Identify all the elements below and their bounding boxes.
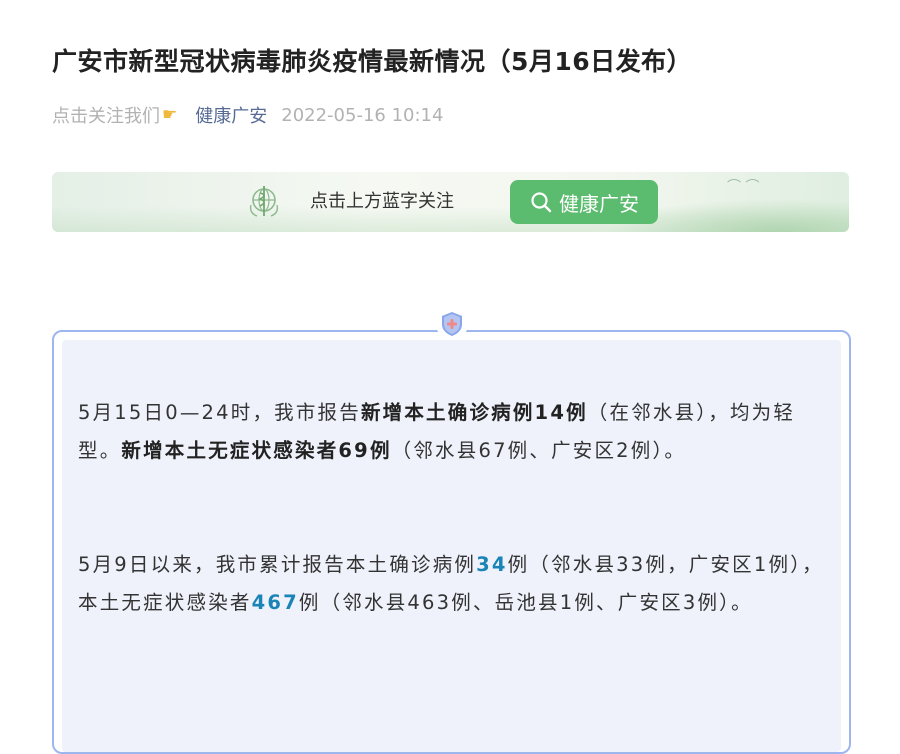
follow-text: 点击关注我们 [52,106,160,127]
follow-banner[interactable]: ⌒ ⌒ 点击上方蓝字关注 健康广安 [52,172,849,232]
publish-time: 2022-05-16 10:14 [281,104,444,126]
cumulative-asymptomatic-count: 467 [251,591,299,614]
follow-account-button[interactable]: 健康广安 [510,180,658,224]
follow-button-label: 健康广安 [559,191,639,216]
paragraph-daily-report: 5月15日0—24时，我市报告新增本土确诊病例14例（在邻水县），均为轻型。新增… [78,394,824,470]
birds-icon: ⌒ ⌒ [727,179,760,195]
para1-text-3: （邻水县67例、广安区2例）。 [391,439,687,462]
follow-link[interactable]: 点击关注我们 ☛ [52,102,177,128]
paragraph-cumulative-report: 5月9日以来，我市累计报告本土确诊病例34例（邻水县33例，广安区1例），本土无… [78,546,824,622]
para1-asymptomatic-highlight: 新增本土无症状感染者69例 [121,439,392,462]
cumulative-confirmed-count: 34 [476,553,508,576]
medical-shield-icon [436,308,468,340]
pointing-hand-icon: ☛ [162,105,178,125]
follow-hint: 点击上方蓝字关注 [310,191,454,212]
para2-text-1: 5月9日以来，我市累计报告本土确诊病例 [78,553,477,576]
para2-text-3: 例（邻水县463例、岳池县1例、广安区3例）。 [298,591,753,614]
article-meta: 点击关注我们 ☛ 健康广安 2022-05-16 10:14 [52,100,443,130]
account-name-link[interactable]: 健康广安 [195,102,267,128]
article-title: 广安市新型冠状病毒肺炎疫情最新情况（5月16日发布） [52,47,693,76]
para1-confirmed-highlight: 新增本土确诊病例14例 [360,401,588,424]
para1-text-1: 5月15日0—24时，我市报告 [78,401,361,424]
search-icon [531,192,552,213]
who-emblem-icon [249,186,279,217]
